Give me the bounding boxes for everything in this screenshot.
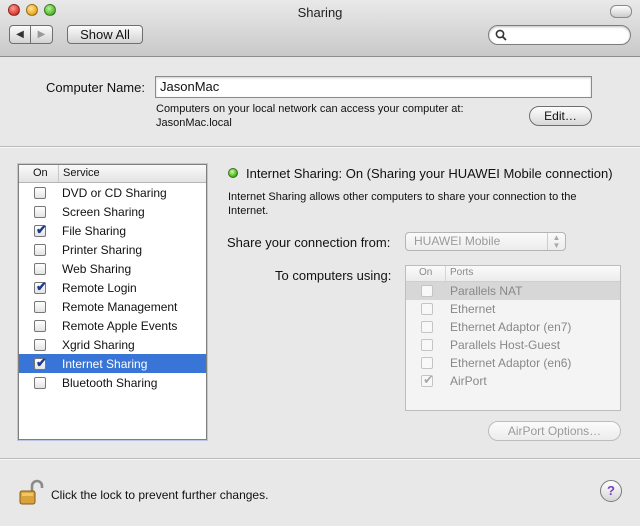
service-row[interactable]: ✔ Internet Sharing: [19, 354, 206, 373]
port-row: Parallels Host-Guest: [406, 336, 620, 354]
back-forward-control: ◀ ▶: [9, 25, 53, 44]
service-row[interactable]: Screen Sharing: [19, 202, 206, 221]
service-checkbox[interactable]: [34, 205, 46, 218]
search-icon: [495, 29, 507, 41]
checkmark-icon: ✔: [36, 354, 47, 370]
forward-button[interactable]: ▶: [31, 25, 53, 44]
port-row: Ethernet Adaptor (en6): [406, 354, 620, 372]
port-label: Ethernet Adaptor (en6): [450, 356, 572, 370]
service-checkbox[interactable]: [34, 338, 46, 351]
computer-name-field[interactable]: JasonMac: [155, 76, 592, 98]
service-list: On Service DVD or CD Sharing Screen Shari…: [18, 164, 207, 440]
edit-button[interactable]: Edit…: [529, 106, 592, 126]
divider-bottom: [0, 458, 640, 460]
sharing-window: Sharing ◀ ▶ Show All Computer Name: Jaso…: [0, 0, 640, 526]
service-checkbox[interactable]: ✔: [34, 354, 47, 370]
port-rows: Parallels NAT Ethernet Ethernet Adaptor (e…: [406, 282, 620, 390]
share-from-value: HUAWEI Mobile: [414, 234, 501, 248]
to-computers-label: To computers using:: [275, 268, 392, 283]
service-checkbox[interactable]: [34, 376, 46, 389]
forward-arrow-icon: ▶: [37, 29, 46, 40]
port-checkbox: [421, 303, 433, 315]
service-checkbox[interactable]: [34, 243, 46, 256]
service-row[interactable]: Printer Sharing: [19, 240, 206, 259]
service-label: Remote Apple Events: [62, 318, 178, 333]
port-checkbox: [421, 321, 433, 333]
share-from-select[interactable]: HUAWEI Mobile ▲ ▼: [405, 232, 566, 251]
airport-options-button[interactable]: AirPort Options…: [488, 421, 621, 441]
window-title: Sharing: [297, 5, 343, 20]
service-rows: DVD or CD Sharing Screen Sharing ✔ File Sha…: [19, 183, 206, 392]
service-label: Remote Login: [62, 280, 137, 295]
port-label: AirPort: [450, 374, 487, 388]
service-label: Screen Sharing: [62, 204, 145, 219]
service-list-header: On Service: [19, 165, 206, 183]
back-arrow-icon: ◀: [16, 29, 24, 40]
service-checkbox[interactable]: [34, 300, 46, 313]
ports-header-ports[interactable]: Ports: [446, 266, 473, 281]
service-label: Web Sharing: [62, 261, 132, 276]
port-checkbox: ✔: [421, 372, 434, 387]
title-bar: Sharing ◀ ▶ Show All: [0, 0, 640, 57]
lock-message: Click the lock to prevent further change…: [51, 488, 269, 502]
show-all-button[interactable]: Show All: [67, 25, 143, 44]
search-field[interactable]: [488, 25, 631, 45]
lock-icon[interactable]: [18, 478, 44, 506]
back-button[interactable]: ◀: [9, 25, 31, 44]
service-label: DVD or CD Sharing: [62, 185, 167, 200]
checkmark-icon: ✔: [423, 372, 434, 387]
port-row: Ethernet Adaptor (en7): [406, 318, 620, 336]
checkmark-icon: ✔: [36, 221, 47, 237]
ports-list: On Ports Parallels NAT Ethernet Ethernet A…: [405, 265, 621, 411]
computer-name-label: Computer Name:: [46, 80, 145, 95]
port-checkbox: [421, 285, 433, 297]
service-header-service[interactable]: Service: [59, 165, 100, 182]
service-row[interactable]: Remote Apple Events: [19, 316, 206, 335]
service-row[interactable]: Xgrid Sharing: [19, 335, 206, 354]
service-header-on[interactable]: On: [19, 165, 59, 182]
toolbar-toggle-button[interactable]: [610, 5, 632, 18]
status-indicator-icon: [228, 168, 238, 178]
service-checkbox[interactable]: ✔: [34, 278, 47, 294]
service-row[interactable]: Remote Management: [19, 297, 206, 316]
service-description-line1: Internet Sharing allows other computers …: [228, 191, 577, 203]
help-button[interactable]: ?: [600, 480, 622, 502]
port-row: Parallels NAT: [406, 282, 620, 300]
divider-top: [0, 146, 640, 148]
share-from-label: Share your connection from:: [227, 235, 391, 250]
service-description-line2: Internet.: [228, 205, 269, 217]
service-row[interactable]: ✔ File Sharing: [19, 221, 206, 240]
sharing-status: Internet Sharing: On (Sharing your HUAWE…: [246, 166, 613, 181]
port-label: Ethernet Adaptor (en7): [450, 320, 572, 334]
service-checkbox[interactable]: [34, 262, 46, 275]
service-checkbox[interactable]: [34, 186, 46, 199]
port-row: Ethernet: [406, 300, 620, 318]
service-label: Internet Sharing: [62, 356, 148, 371]
port-label: Parallels NAT: [450, 284, 523, 298]
ports-list-header: On Ports: [406, 266, 620, 282]
service-label: Bluetooth Sharing: [62, 375, 158, 390]
service-label: File Sharing: [62, 223, 127, 238]
ports-header-on[interactable]: On: [406, 266, 446, 281]
computer-local-address: JasonMac.local: [156, 117, 232, 129]
service-row[interactable]: Web Sharing: [19, 259, 206, 278]
service-label: Xgrid Sharing: [62, 337, 135, 352]
popup-arrows-icon: ▲ ▼: [547, 233, 565, 250]
checkmark-icon: ✔: [36, 278, 47, 294]
port-checkbox: [421, 357, 433, 369]
service-row[interactable]: ✔ Remote Login: [19, 278, 206, 297]
computer-name-description-line1: Computers on your local network can acce…: [156, 103, 464, 115]
computer-name-description: Computers on your local network can acce…: [156, 102, 516, 130]
service-row[interactable]: DVD or CD Sharing: [19, 183, 206, 202]
service-label: Printer Sharing: [62, 242, 143, 257]
port-row: ✔ AirPort: [406, 372, 620, 390]
port-label: Parallels Host-Guest: [450, 338, 561, 352]
service-description: Internet Sharing allows other computers …: [228, 190, 608, 218]
service-row[interactable]: Bluetooth Sharing: [19, 373, 206, 392]
service-label: Remote Management: [62, 299, 178, 314]
service-checkbox[interactable]: ✔: [34, 221, 47, 237]
port-label: Ethernet: [450, 302, 496, 316]
service-checkbox[interactable]: [34, 319, 46, 332]
port-checkbox: [421, 339, 433, 351]
